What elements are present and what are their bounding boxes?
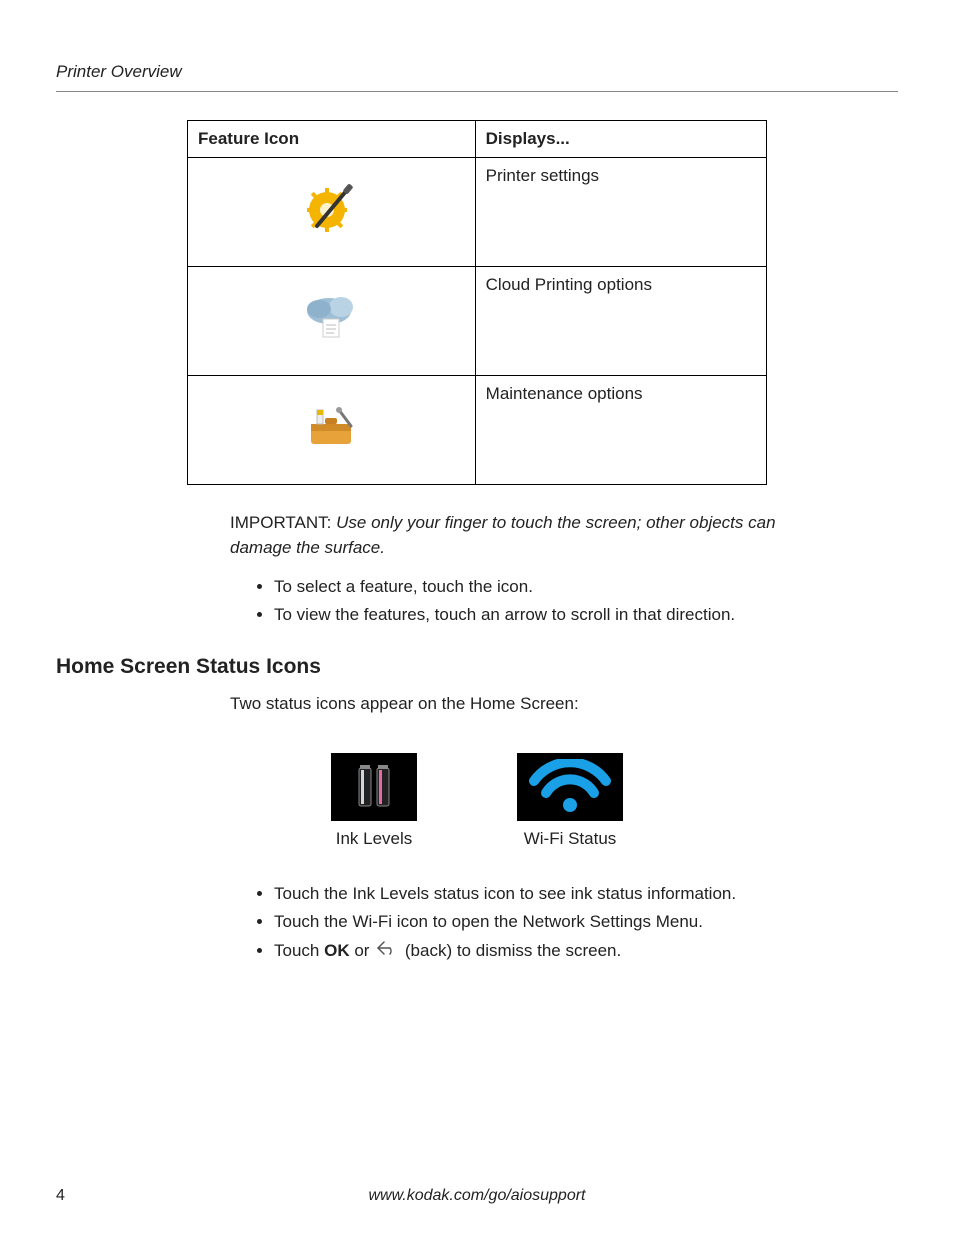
maintenance-toolbox-icon: [301, 400, 361, 460]
list-item: Touch the Ink Levels status icon to see …: [274, 882, 898, 907]
page-header: Printer Overview: [56, 60, 898, 92]
table-cell-desc: Printer settings: [475, 158, 766, 267]
table-row: Maintenance options: [188, 376, 767, 485]
section-heading: Home Screen Status Icons: [56, 652, 898, 682]
feature-icon-table: Feature Icon Displays...: [187, 120, 767, 486]
table-cell-desc: Cloud Printing options: [475, 267, 766, 376]
wifi-status-label: Wi-Fi Status: [517, 827, 623, 852]
page-footer: 4 www.kodak.com/go/aiosupport: [56, 1184, 898, 1207]
text-suffix: (back) to dismiss the screen.: [400, 941, 621, 960]
settings-gear-icon: [303, 180, 359, 244]
text-middle: or: [350, 941, 375, 960]
ink-levels-status: Ink Levels: [331, 753, 417, 852]
list-item: To view the features, touch an arrow to …: [274, 603, 898, 628]
table-header-feature-icon: Feature Icon: [188, 120, 476, 158]
important-note: IMPORTANT: Use only your finger to touch…: [230, 511, 840, 560]
ok-label: OK: [324, 941, 350, 960]
table-header-displays: Displays...: [475, 120, 766, 158]
table-cell-desc: Maintenance options: [475, 376, 766, 485]
wifi-icon: [517, 753, 623, 821]
status-intro: Two status icons appear on the Home Scre…: [230, 692, 898, 717]
feature-usage-list: To select a feature, touch the icon. To …: [256, 575, 898, 628]
list-item: Touch OK or (back) to dismiss the screen…: [274, 939, 898, 964]
table-row: Printer settings: [188, 158, 767, 267]
status-icons-row: Ink Levels Wi-Fi Status: [56, 753, 898, 852]
footer-url: www.kodak.com/go/aiosupport: [56, 1184, 898, 1207]
list-item: Touch the Wi-Fi icon to open the Network…: [274, 910, 898, 935]
list-item: To select a feature, touch the icon.: [274, 575, 898, 600]
text-prefix: Touch: [274, 941, 324, 960]
header-title: Printer Overview: [56, 62, 182, 81]
back-arrow-icon: [376, 939, 398, 964]
page-number: 4: [56, 1184, 65, 1207]
ink-levels-icon: [331, 753, 417, 821]
table-row: Cloud Printing options: [188, 267, 767, 376]
wifi-status: Wi-Fi Status: [517, 753, 623, 852]
ink-levels-label: Ink Levels: [331, 827, 417, 852]
important-label: IMPORTANT:: [230, 513, 331, 532]
status-usage-list: Touch the Ink Levels status icon to see …: [256, 882, 898, 964]
cloud-print-icon: [301, 289, 361, 353]
